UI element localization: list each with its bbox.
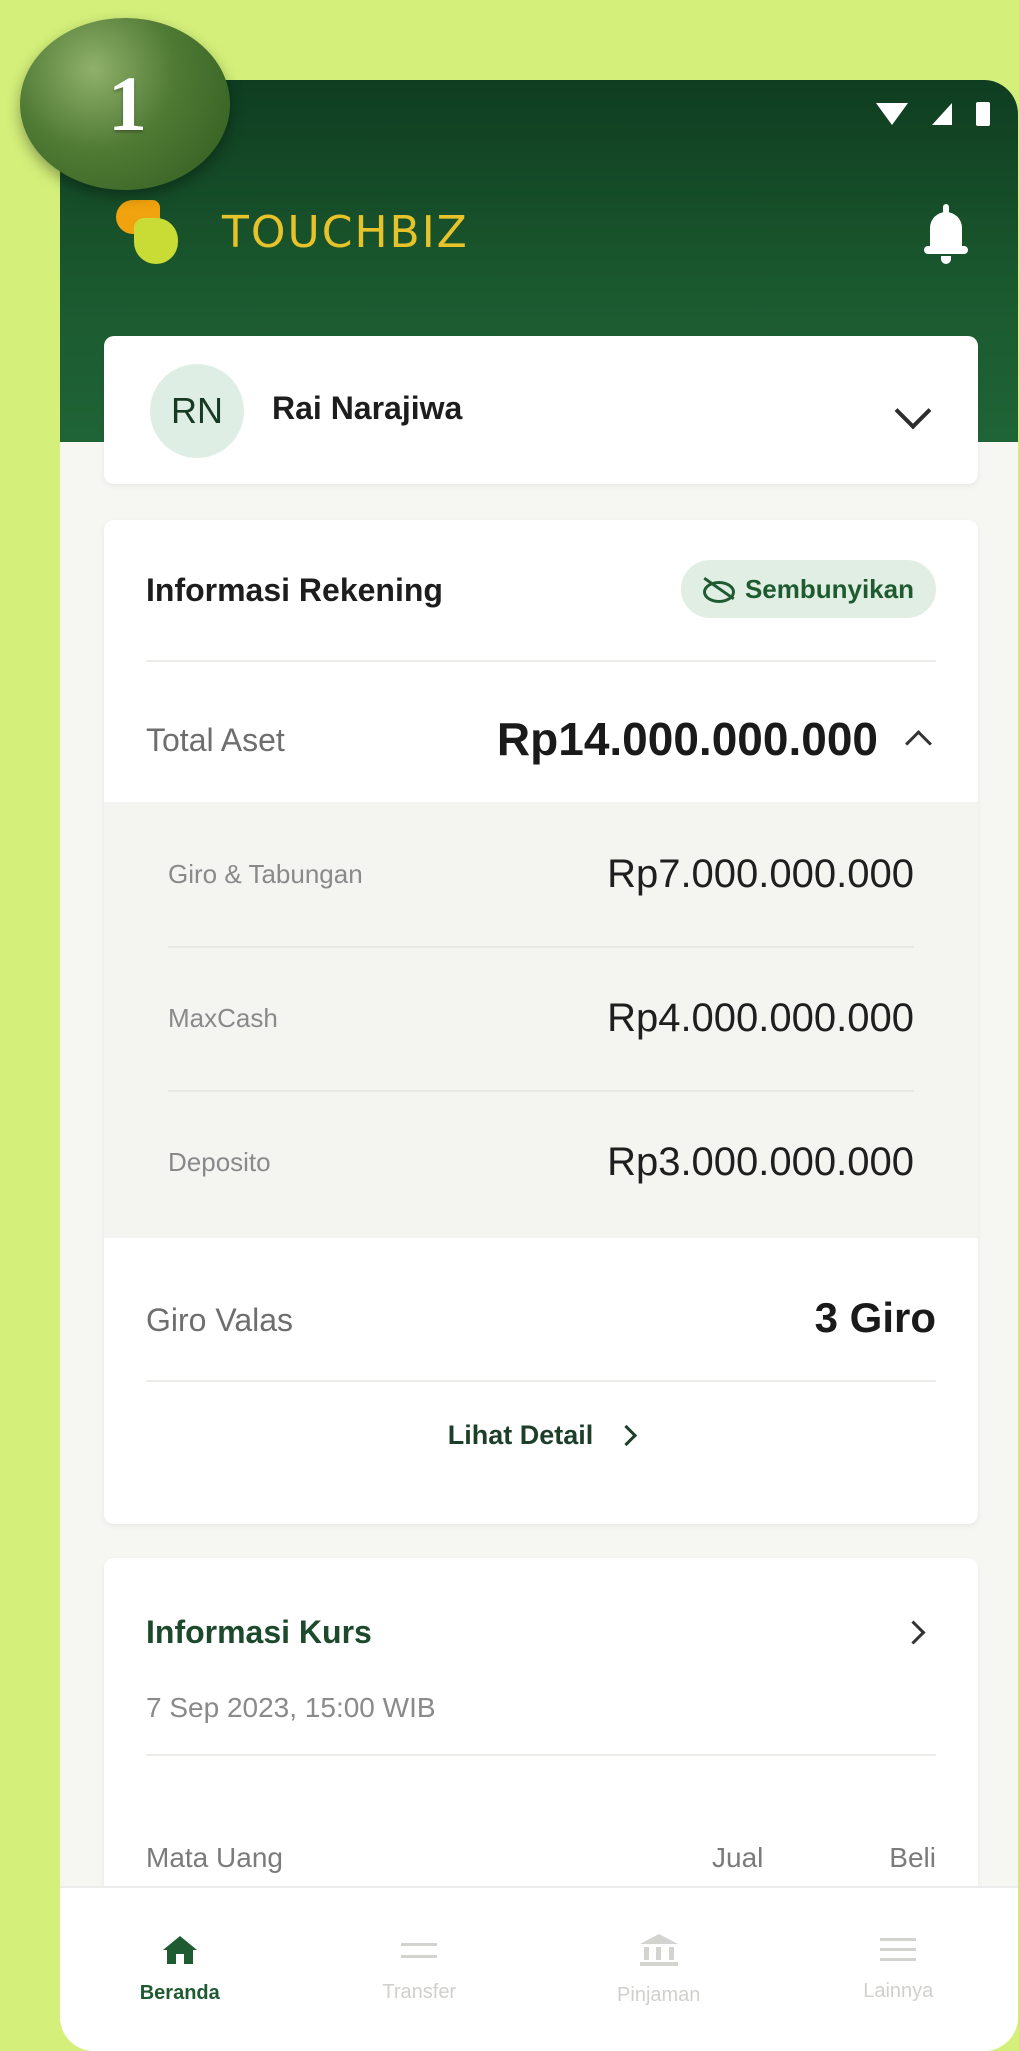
brand-logo: TOUCHBIZ	[116, 200, 469, 264]
asset-row: Deposito Rp3.000.000.000	[168, 1090, 914, 1234]
asset-value: Rp3.000.000.000	[607, 1139, 914, 1184]
account-selector[interactable]: RN Rai Narajiwa	[104, 336, 978, 484]
asset-label: Giro & Tabungan	[168, 858, 363, 889]
home-icon	[162, 1936, 197, 1964]
chevron-up-icon[interactable]	[905, 730, 932, 757]
nav-item-transfer[interactable]: Transfer	[300, 1888, 540, 2051]
transfer-icon	[401, 1937, 438, 1963]
foreign-currency-label: Giro Valas	[146, 1302, 294, 1338]
divider	[146, 1754, 936, 1756]
column-header-currency: Mata Uang	[146, 1842, 283, 1873]
total-assets-label: Total Aset	[146, 722, 285, 758]
asset-row: MaxCash Rp4.000.000.000	[168, 946, 914, 1092]
step-number: 1	[108, 60, 147, 147]
nav-label: Beranda	[139, 1982, 220, 2004]
account-info-title: Informasi Rekening	[146, 572, 443, 608]
foreign-currency-value: 3 Giro	[814, 1294, 936, 1341]
hide-balance-label: Sembunyikan	[744, 573, 914, 604]
bottom-navigation: Beranda Transfer Pinjaman Lainnya	[60, 1886, 1018, 2051]
nav-item-home[interactable]: Beranda	[60, 1888, 300, 2051]
column-header-sell: Jual	[712, 1842, 764, 1873]
asset-value: Rp4.000.000.000	[607, 995, 914, 1040]
exchange-rate-date: 7 Sep 2023, 15:00 WIB	[146, 1692, 436, 1723]
divider	[146, 660, 936, 662]
divider	[146, 1380, 936, 1382]
hide-balance-button[interactable]: Sembunyikan	[680, 560, 936, 618]
eye-off-icon	[702, 576, 735, 603]
asset-label: Deposito	[168, 1146, 271, 1177]
nav-item-loan[interactable]: Pinjaman	[539, 1888, 779, 2051]
nav-label: Lainnya	[863, 1980, 934, 2002]
logo-mark-icon	[116, 200, 182, 264]
user-name: Rai Narajiwa	[272, 390, 463, 426]
view-detail-link[interactable]: Lihat Detail	[104, 1420, 978, 1451]
chevron-right-icon	[616, 1424, 638, 1447]
nav-item-more[interactable]: Lainnya	[779, 1888, 1019, 2051]
menu-icon	[880, 1938, 917, 1962]
asset-breakdown: Giro & Tabungan Rp7.000.000.000 MaxCash …	[104, 802, 978, 1238]
brand-name: TOUCHBIZ	[222, 206, 469, 258]
asset-row: Giro & Tabungan Rp7.000.000.000	[168, 802, 914, 948]
wifi-icon	[876, 103, 908, 125]
nav-label: Pinjaman	[617, 1984, 701, 2006]
signal-icon	[932, 103, 952, 125]
asset-value: Rp7.000.000.000	[607, 851, 914, 896]
asset-label: MaxCash	[168, 1002, 278, 1033]
chevron-right-icon[interactable]	[901, 1620, 926, 1645]
exchange-rate-title: Informasi Kurs	[146, 1614, 372, 1650]
notification-bell-icon[interactable]	[920, 204, 972, 264]
nav-label: Transfer	[382, 1981, 457, 2003]
account-info-card: Informasi Rekening Sembunyikan Total Ase…	[104, 520, 978, 1524]
status-bar	[876, 102, 990, 126]
step-badge: 1	[20, 18, 230, 190]
avatar: RN	[150, 364, 244, 458]
total-assets-value: Rp14.000.000.000	[496, 713, 878, 765]
view-detail-label: Lihat Detail	[447, 1420, 594, 1450]
battery-icon	[976, 102, 990, 126]
chevron-down-icon[interactable]	[894, 392, 932, 430]
column-header-buy: Beli	[889, 1842, 936, 1873]
phone-screen: TOUCHBIZ RN Rai Narajiwa Informasi Reken…	[60, 80, 1018, 2051]
bank-icon	[639, 1934, 678, 1966]
